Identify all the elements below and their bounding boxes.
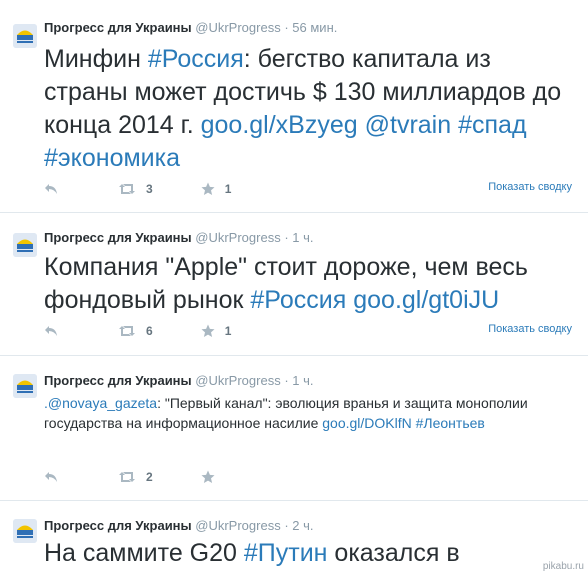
tweet-time[interactable]: 1 ч.	[292, 373, 313, 388]
author-handle[interactable]: @UkrProgress	[195, 373, 280, 388]
tweet-link[interactable]: @tvrain	[365, 111, 452, 139]
tweet-actions: 2	[44, 468, 243, 486]
favorite-icon	[201, 182, 215, 196]
reply-icon	[44, 471, 58, 483]
author-name[interactable]: Прогресс для Украины	[44, 230, 192, 245]
retweet-button[interactable]: 3	[118, 182, 153, 196]
reply-button[interactable]	[44, 183, 58, 195]
tweet-text: Минфин #Россия: бегство капитала из стра…	[44, 43, 568, 175]
favorite-button[interactable]: 1	[201, 182, 232, 196]
author-handle[interactable]: @UkrProgress	[195, 518, 280, 533]
tweet-time[interactable]: 1 ч.	[292, 230, 313, 245]
retweet-icon	[118, 325, 136, 337]
show-summary-link[interactable]: Показать сводку	[488, 181, 572, 193]
favorite-count: 1	[224, 324, 232, 338]
reply-icon	[44, 183, 58, 195]
tweet-text-segment	[358, 111, 365, 139]
tweet-text: Компания "Apple" стоит дороже, чем весь …	[44, 251, 568, 317]
retweet-button[interactable]: 2	[118, 470, 153, 484]
tweet-time[interactable]: 56 мин.	[292, 20, 337, 35]
author-name[interactable]: Прогресс для Украины	[44, 20, 192, 35]
favorite-icon	[201, 470, 215, 484]
tweet[interactable]: Прогресс для Украины @UkrProgress · 2 ч.…	[0, 501, 588, 574]
tweet-actions: 3 1	[44, 180, 249, 198]
avatar[interactable]	[13, 24, 37, 48]
retweet-icon	[118, 183, 136, 195]
retweet-button[interactable]: 6	[118, 324, 153, 338]
author-name[interactable]: Прогресс для Украины	[44, 518, 192, 533]
show-summary-link[interactable]: Показать сводку	[488, 323, 572, 335]
watermark: pikabu.ru	[542, 561, 584, 572]
tweet-link[interactable]: #спад	[458, 111, 526, 139]
retweet-icon	[118, 471, 136, 483]
tweet-link[interactable]: .@novaya_gazeta	[44, 395, 157, 411]
timeline: Прогресс для Украины @UkrProgress · 56 м…	[0, 0, 588, 574]
favorite-button[interactable]: 1	[201, 324, 232, 338]
reply-icon	[44, 325, 58, 337]
tweet-actions: 6 1	[44, 322, 249, 340]
tweet-time[interactable]: 2 ч.	[292, 518, 313, 533]
author-name[interactable]: Прогресс для Украины	[44, 373, 192, 388]
tweet-text: .@novaya_gazeta: "Первый канал": эволюци…	[44, 393, 548, 433]
tweet-header: Прогресс для Украины @UkrProgress · 56 м…	[44, 20, 337, 35]
separator-dot: ·	[284, 20, 289, 35]
favorite-button[interactable]	[201, 470, 225, 484]
retweet-count: 6	[146, 324, 153, 338]
tweet-link[interactable]: goo.gl/xBzyeg	[201, 111, 358, 139]
tweet-header: Прогресс для Украины @UkrProgress · 1 ч.	[44, 373, 314, 388]
tweet-link[interactable]: goo.gl/gt0iJU	[353, 286, 499, 314]
separator-dot: ·	[284, 518, 289, 533]
favorite-count: 1	[224, 182, 232, 196]
separator-dot: ·	[284, 230, 289, 245]
tweet-link[interactable]: goo.gl/DOKlfN	[322, 415, 411, 431]
tweet[interactable]: Прогресс для Украины @UkrProgress · 1 ч.…	[0, 213, 588, 356]
tweet-header: Прогресс для Украины @UkrProgress · 2 ч.	[44, 518, 314, 533]
tweet-text-segment: оказался в	[327, 539, 460, 567]
tweet-text: На саммите G20 #Путин оказался в	[44, 537, 568, 570]
tweet-link[interactable]: #Путин	[244, 539, 328, 567]
avatar[interactable]	[13, 519, 37, 543]
avatar[interactable]	[13, 233, 37, 257]
separator-dot: ·	[284, 373, 289, 388]
tweet-link[interactable]: #экономика	[44, 144, 180, 172]
tweet-text-segment: Минфин	[44, 45, 148, 73]
author-handle[interactable]: @UkrProgress	[195, 230, 280, 245]
author-handle[interactable]: @UkrProgress	[195, 20, 280, 35]
avatar[interactable]	[13, 374, 37, 398]
tweet-link[interactable]: #Россия	[250, 286, 346, 314]
tweet-header: Прогресс для Украины @UkrProgress · 1 ч.	[44, 230, 314, 245]
tweet-link[interactable]: #Леонтьев	[416, 415, 485, 431]
retweet-count: 3	[146, 182, 153, 196]
tweet-link[interactable]: #Россия	[148, 45, 244, 73]
tweet[interactable]: Прогресс для Украины @UkrProgress · 1 ч.…	[0, 356, 588, 501]
tweet[interactable]: Прогресс для Украины @UkrProgress · 56 м…	[0, 0, 588, 213]
reply-button[interactable]	[44, 325, 58, 337]
retweet-count: 2	[146, 470, 153, 484]
tweet-text-segment: На саммите G20	[44, 539, 244, 567]
favorite-icon	[201, 324, 215, 338]
reply-button[interactable]	[44, 471, 58, 483]
